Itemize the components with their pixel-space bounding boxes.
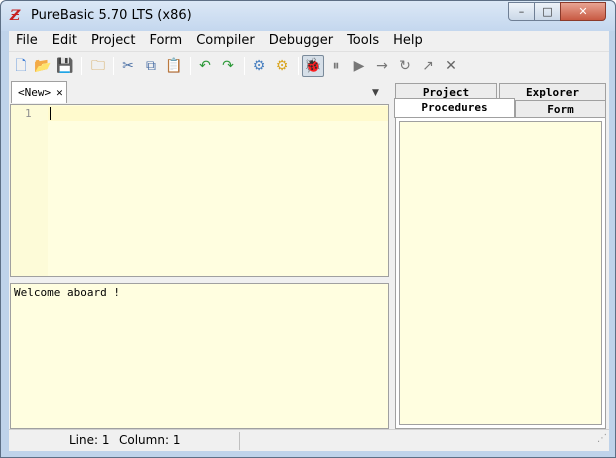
- step-out-icon: ↗: [422, 58, 434, 74]
- pause-button[interactable]: ⏸: [325, 55, 347, 77]
- status-line: Line: 1: [69, 433, 110, 447]
- minimize-button[interactable]: –: [508, 2, 535, 21]
- menu-project[interactable]: Project: [84, 31, 142, 51]
- build-button[interactable]: ⚙: [271, 55, 293, 77]
- current-line-highlight: [48, 106, 388, 121]
- status-bar: Line: 1 Column: 1 ⋰: [9, 429, 609, 451]
- toolbar-separator: [190, 57, 191, 75]
- toolbar-separator: [298, 57, 299, 75]
- menu-bar: File Edit Project Form Compiler Debugger…: [9, 31, 609, 51]
- toolbar-separator: [244, 57, 245, 75]
- kill-program-icon: ✕: [445, 58, 457, 74]
- copy-icon: ⧉: [146, 58, 156, 74]
- status-separator: [239, 432, 240, 450]
- toolbar-separator: [113, 57, 114, 75]
- save-button[interactable]: 💾: [54, 55, 76, 77]
- save-icon: 💾: [56, 58, 74, 74]
- step-over-icon: ↻: [399, 58, 411, 74]
- menu-file[interactable]: File: [9, 31, 45, 51]
- close-tab-icon[interactable]: ✕: [56, 86, 63, 99]
- toolbar-separator: [81, 57, 82, 75]
- maximize-button[interactable]: □: [534, 2, 561, 21]
- pause-icon: ⏸: [332, 58, 340, 74]
- undo-button[interactable]: ↶: [194, 55, 216, 77]
- new-file-button[interactable]: 🗋: [10, 55, 32, 77]
- continue-icon: ▶: [353, 58, 365, 74]
- compile-run-icon: ⚙: [252, 58, 266, 74]
- debugger-icon: 🐞: [304, 58, 322, 74]
- window-title: PureBasic 5.70 LTS (x86): [31, 8, 192, 23]
- continue-button[interactable]: ▶: [348, 55, 370, 77]
- line-number: 1: [25, 107, 32, 120]
- menu-help[interactable]: Help: [386, 31, 430, 51]
- open-file-button[interactable]: 📂: [32, 55, 54, 77]
- tab-form[interactable]: Form: [515, 100, 606, 118]
- purebasic-icon: Ƶ: [10, 8, 21, 24]
- tab-list-dropdown-icon[interactable]: ▼: [372, 88, 379, 98]
- file-tab-label: <New>: [18, 86, 52, 99]
- step-button[interactable]: →: [371, 55, 393, 77]
- compile-run-button[interactable]: ⚙: [248, 55, 270, 77]
- undo-icon: ↶: [199, 58, 211, 74]
- text-cursor: [50, 107, 51, 120]
- line-number-gutter: 1: [11, 105, 48, 276]
- title-bar[interactable]: Ƶ PureBasic 5.70 LTS (x86) – □ ✕: [1, 1, 615, 31]
- close-file-button[interactable]: 🗀: [87, 55, 109, 77]
- file-tab-new[interactable]: <New> ✕: [11, 81, 67, 103]
- tool-panel: [395, 117, 606, 429]
- step-over-button[interactable]: ↻: [394, 55, 416, 77]
- cut-button[interactable]: ✂: [117, 55, 139, 77]
- tab-procedures[interactable]: Procedures: [394, 98, 515, 118]
- resize-grip-icon[interactable]: ⋰: [597, 428, 607, 449]
- new-file-icon: 🗋: [15, 58, 27, 74]
- close-file-icon: 🗀: [91, 58, 105, 74]
- cut-icon: ✂: [122, 58, 134, 74]
- status-column: Column: 1: [119, 433, 181, 447]
- menu-edit[interactable]: Edit: [45, 31, 84, 51]
- debugger-toggle-button[interactable]: 🐞: [302, 55, 324, 77]
- toolbar: 🗋 📂 💾 🗀 ✂ ⧉ 📋 ↶ ↷ ⚙ ⚙ 🐞 ⏸ ▶ → ↻ ↗ ✕: [9, 51, 609, 79]
- workspace: <New> ✕ ▼ 1 Welcome aboard ! Project Exp…: [9, 79, 609, 429]
- output-text: Welcome aboard !: [14, 286, 120, 299]
- procedure-list[interactable]: [399, 121, 602, 425]
- close-button[interactable]: ✕: [560, 2, 606, 21]
- tab-explorer[interactable]: Explorer: [499, 83, 606, 101]
- paste-icon: 📋: [165, 58, 183, 74]
- build-icon: ⚙: [275, 58, 289, 74]
- redo-button[interactable]: ↷: [217, 55, 239, 77]
- redo-icon: ↷: [222, 58, 234, 74]
- menu-form[interactable]: Form: [142, 31, 189, 51]
- menu-tools[interactable]: Tools: [340, 31, 386, 51]
- menu-compiler[interactable]: Compiler: [189, 31, 262, 51]
- copy-button[interactable]: ⧉: [140, 55, 162, 77]
- paste-button[interactable]: 📋: [163, 55, 185, 77]
- output-panel: Welcome aboard !: [10, 283, 389, 429]
- step-out-button[interactable]: ↗: [417, 55, 439, 77]
- menu-debugger[interactable]: Debugger: [262, 31, 340, 51]
- code-editor[interactable]: 1: [10, 104, 389, 277]
- kill-program-button[interactable]: ✕: [440, 55, 462, 77]
- step-icon: →: [376, 58, 388, 74]
- open-file-icon: 📂: [34, 58, 52, 74]
- main-window: Ƶ PureBasic 5.70 LTS (x86) – □ ✕ File Ed…: [0, 0, 616, 458]
